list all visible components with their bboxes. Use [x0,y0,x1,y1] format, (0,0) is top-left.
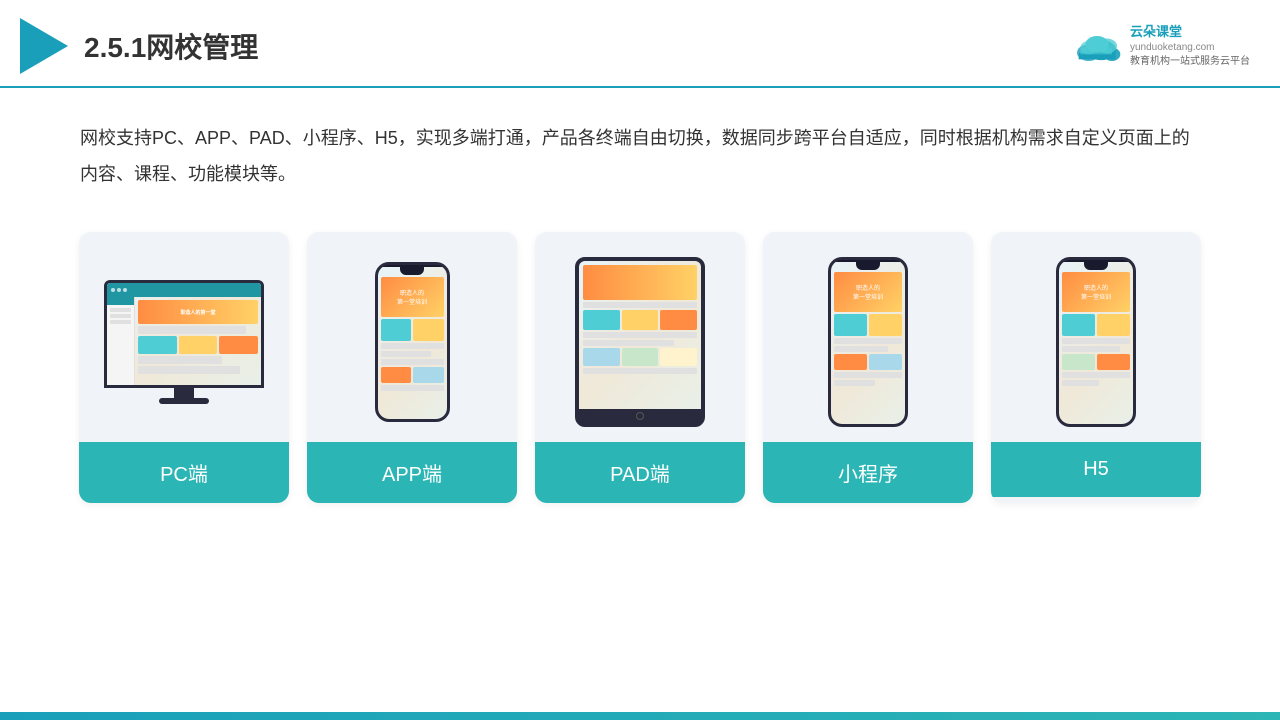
brand-url: yunduoketang.com [1130,41,1250,55]
description-text: 网校支持PC、APP、PAD、小程序、H5，实现多端打通，产品各终端自由切换，数… [0,88,1280,212]
tablet-pad-icon [575,257,705,427]
phone-h5-icon: 职造人的第一堂培训 [1056,257,1136,427]
card-pc-image: 职造人的第一堂 [79,232,289,442]
card-miniprogram-image: 职造人的第一堂培训 [763,232,973,442]
card-app-label: APP端 [307,442,517,503]
card-pad: PAD端 [535,232,745,503]
card-miniprogram-label: 小程序 [763,442,973,503]
page-header: 2.5.1网校管理 云朵课堂 yunduoketang.com 教育机构一站式服… [0,0,1280,88]
phone-app-icon: 职造人的第一堂培训 [375,262,450,422]
header-right: 云朵课堂 yunduoketang.com 教育机构一站式服务云平台 [1072,23,1250,69]
card-h5-image: 职造人的第一堂培训 [991,232,1201,442]
header-left: 2.5.1网校管理 [20,18,258,74]
brand-text: 云朵课堂 yunduoketang.com 教育机构一站式服务云平台 [1130,23,1250,69]
page-title: 2.5.1网校管理 [84,26,258,66]
card-pc: 职造人的第一堂 [79,232,289,503]
pc-monitor-icon: 职造人的第一堂 [104,280,264,404]
cards-container: 职造人的第一堂 [0,212,1280,523]
card-h5-label: H5 [991,442,1201,497]
card-pad-image [535,232,745,442]
card-miniprogram: 职造人的第一堂培训 [763,232,973,503]
brand-logo: 云朵课堂 yunduoketang.com 教育机构一站式服务云平台 [1072,23,1250,69]
cloud-icon [1072,28,1122,64]
card-h5: 职造人的第一堂培训 [991,232,1201,503]
bottom-bar [0,712,1280,720]
card-app-image: 职造人的第一堂培训 [307,232,517,442]
phone-miniprogram-icon: 职造人的第一堂培训 [828,257,908,427]
brand-name: 云朵课堂 [1130,23,1250,41]
brand-subtitle: 教育机构一站式服务云平台 [1130,55,1250,69]
logo-triangle-icon [20,18,68,74]
card-app: 职造人的第一堂培训 [307,232,517,503]
card-pad-label: PAD端 [535,442,745,503]
card-pc-label: PC端 [79,442,289,503]
